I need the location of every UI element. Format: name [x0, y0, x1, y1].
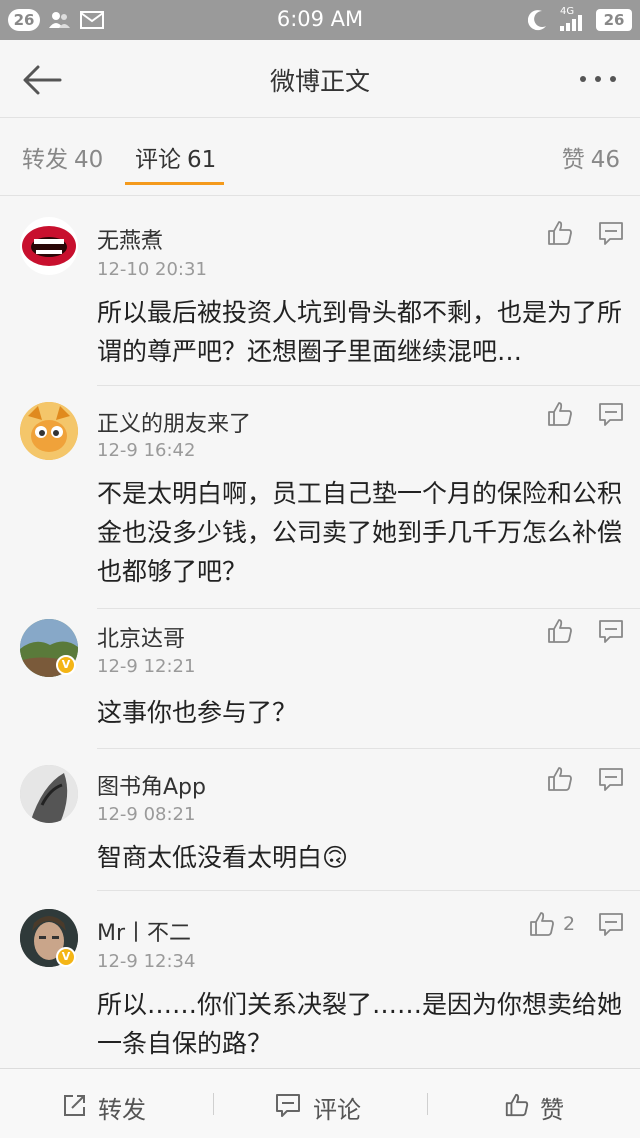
tab-bar: 转发 40 评论 61 赞 46 [0, 118, 640, 196]
like-label: 赞 [540, 1096, 564, 1124]
thumbs-up-icon[interactable] [528, 910, 556, 938]
tab-reposts[interactable]: 转发 40 [22, 140, 103, 174]
like-button[interactable]: 赞 [428, 1069, 640, 1138]
tab-label: 转发 [22, 147, 68, 173]
battery-level: 26 [596, 9, 632, 31]
avatar[interactable] [20, 217, 78, 275]
thumbs-up-icon[interactable] [546, 617, 574, 645]
comment-text: 所以……你们关系决裂了……是因为你想卖给她一条自保的路？ [97, 990, 623, 1058]
tab-likes[interactable]: 赞 46 [562, 140, 620, 174]
comment-author[interactable]: 正义的朋友来了 [97, 406, 251, 438]
comment-author[interactable]: 北京达哥 [97, 621, 185, 653]
comment-time: 12-9 12:34 [97, 951, 196, 972]
tab-label: 赞 [561, 147, 585, 173]
reply-icon[interactable] [598, 911, 624, 937]
signal-icon [560, 15, 582, 31]
comment-item: 正义的朋友来了 12-9 16:42 不是太明白啊，员工自己垫一个月的保险和公积… [0, 386, 640, 611]
comment-text: 不是太明白啊，员工自己垫一个月的保险和公积金也没多少钱，公司卖了她到手几千万怎么… [97, 479, 623, 586]
comment-item: 图书角App 12-9 08:21 智商太低没看太明白🙃 [0, 749, 640, 892]
bottom-action-bar: 转发 评论 赞 [0, 1068, 640, 1138]
tab-label: 评论 [135, 147, 181, 173]
thumbs-up-icon[interactable] [546, 400, 574, 428]
comment-author[interactable]: Mr丨不二 [97, 915, 191, 947]
comment-text: 所以最后被投资人坑到骨头都不剩，也是为了所谓的尊严吧？还想圈子里面继续混吧… [97, 298, 623, 366]
comment-text: 智商太低没看太明白🙃 [97, 843, 349, 872]
like-count: 2 [563, 913, 576, 935]
thumbs-up-icon [505, 1093, 529, 1117]
comment-label: 评论 [313, 1096, 361, 1124]
comment-author[interactable]: 无燕煮 [97, 223, 163, 255]
comment-icon [276, 1094, 300, 1117]
comment-item: V 北京达哥 12-9 12:21 这事你也参与了？ [0, 609, 640, 749]
tab-count: 46 [590, 147, 620, 173]
reply-icon[interactable] [598, 618, 624, 644]
thumbs-up-icon[interactable] [546, 219, 574, 247]
verified-badge: V [56, 947, 76, 967]
comment-time: 12-9 16:42 [97, 440, 196, 461]
avatar[interactable] [20, 402, 78, 460]
comment-text: 这事你也参与了？ [97, 698, 298, 727]
tab-comments[interactable]: 评论 61 [135, 140, 216, 174]
reply-icon[interactable] [598, 766, 624, 792]
reply-icon[interactable] [598, 401, 624, 427]
moon-icon [528, 10, 546, 31]
comment-item: V Mr丨不二 12-9 12:34 2 所以……你们关系决裂了……是因为你想卖… [0, 891, 640, 1069]
page-title: 微博正文 [269, 67, 370, 96]
status-bar: 26 6:09 AM 4G 26 [0, 0, 640, 40]
nav-bar: 微博正文 [0, 40, 640, 118]
avatar[interactable] [20, 765, 78, 823]
comment-time: 12-9 08:21 [97, 804, 196, 825]
active-tab-indicator [125, 182, 224, 185]
repost-label: 转发 [98, 1096, 146, 1124]
repost-button[interactable]: 转发 [0, 1069, 213, 1138]
tab-count: 61 [187, 147, 217, 173]
share-icon [64, 1095, 85, 1116]
comment-button[interactable]: 评论 [214, 1069, 427, 1138]
comment-time: 12-10 20:31 [97, 259, 207, 280]
comment-item: 无燕煮 12-10 20:31 所以最后被投资人坑到骨头都不剩，也是为了所谓的尊… [0, 197, 640, 387]
comment-time: 12-9 12:21 [97, 656, 196, 677]
thumbs-up-icon[interactable] [546, 765, 574, 793]
tab-count: 40 [74, 147, 104, 173]
reply-icon[interactable] [598, 220, 624, 246]
verified-badge: V [56, 655, 76, 675]
comment-author[interactable]: 图书角App [97, 769, 206, 801]
more-options-icon[interactable] [578, 64, 618, 94]
